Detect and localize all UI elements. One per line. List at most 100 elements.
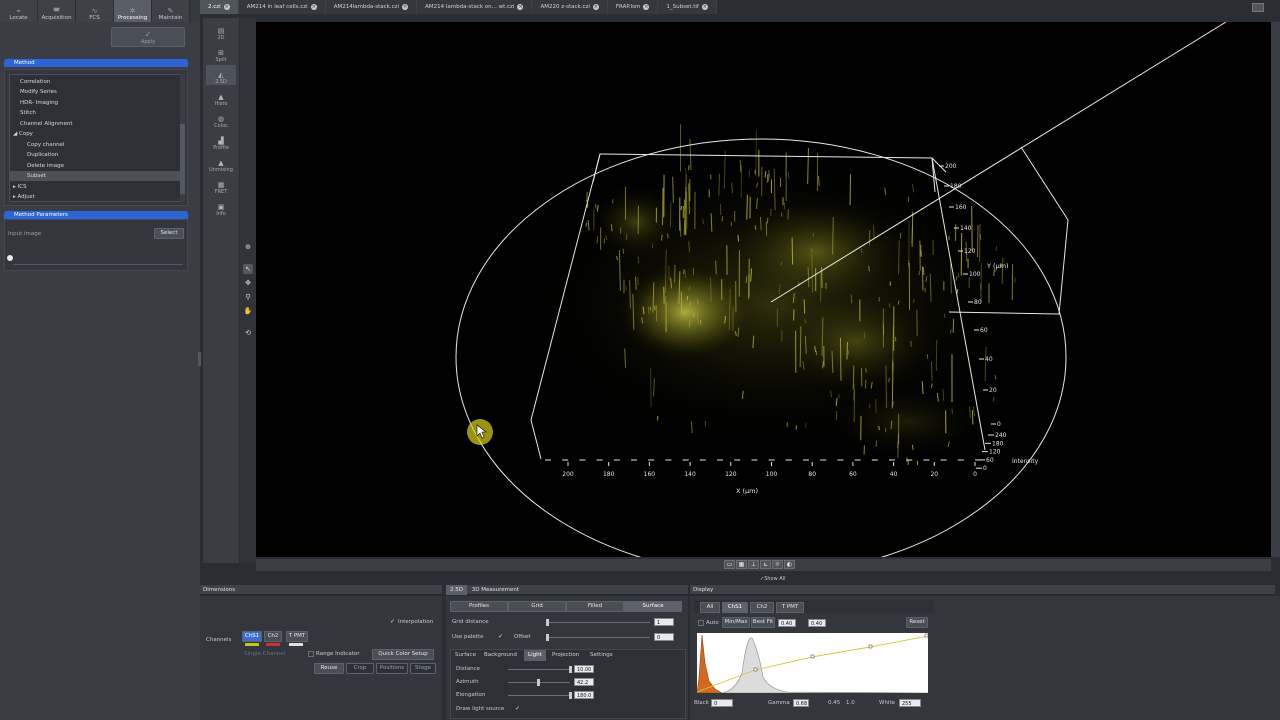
method-header[interactable]: Method: [4, 59, 188, 67]
list-item[interactable]: ▸ ICS: [10, 182, 182, 192]
list-item[interactable]: Modify Series: [10, 87, 182, 97]
slider-knob[interactable]: [7, 255, 13, 261]
mode-filled-button[interactable]: Filled: [566, 601, 624, 612]
curve-handle[interactable]: [753, 667, 758, 672]
hand-icon[interactable]: ✋: [243, 306, 253, 316]
vertical-scrollbar[interactable]: [1271, 22, 1280, 557]
apply-button[interactable]: ✓ Apply: [111, 27, 185, 47]
azimuth-input[interactable]: 42.2: [574, 678, 594, 686]
subtab-light[interactable]: Light: [524, 650, 546, 661]
white-input[interactable]: 255: [899, 699, 921, 707]
list-item[interactable]: ◢ Copy: [10, 129, 182, 139]
select-button[interactable]: Select: [154, 228, 184, 239]
scrollbar-thumb[interactable]: [180, 124, 185, 194]
params-header[interactable]: Method Parameters: [4, 211, 188, 219]
distance-slider[interactable]: [508, 666, 572, 673]
splitter-handle[interactable]: [198, 352, 201, 366]
curve-handle[interactable]: [868, 644, 873, 649]
slider-knob[interactable]: [537, 679, 540, 686]
stage-button[interactable]: Stage: [410, 663, 436, 674]
tab-25d[interactable]: 2.5D: [446, 585, 467, 595]
view-fret-button[interactable]: ▦ FRET: [206, 175, 236, 195]
minmax-button[interactable]: Min/Max: [722, 617, 750, 628]
doc-tab[interactable]: AM220 z-stack.czi ×: [532, 0, 608, 14]
close-icon[interactable]: ×: [402, 4, 409, 10]
auto-checkbox[interactable]: [698, 620, 704, 626]
slider-knob[interactable]: [569, 666, 572, 673]
mode-grid-button[interactable]: Grid: [508, 601, 566, 612]
single-channel-label[interactable]: Single Channel: [244, 651, 285, 657]
list-item[interactable]: Correlation: [10, 77, 182, 87]
range-indicator-checkbox[interactable]: [308, 651, 314, 657]
channel-color-swatch[interactable]: [289, 643, 303, 646]
offset-input[interactable]: 0: [654, 633, 674, 641]
crop-button[interactable]: Crop: [346, 663, 374, 674]
quick-color-setup-button[interactable]: Quick Color Setup: [372, 649, 434, 660]
azimuth-slider[interactable]: [508, 679, 570, 686]
grid-distance-slider[interactable]: [546, 619, 650, 626]
close-icon[interactable]: ×: [517, 4, 524, 10]
display-tab-tpmt[interactable]: T PMT: [776, 602, 804, 613]
channel-ch2-button[interactable]: Ch2: [264, 631, 282, 642]
view-unmixing-button[interactable]: ▲ Unmixing: [206, 153, 236, 173]
move-icon[interactable]: ✥: [243, 278, 253, 288]
view-profile-button[interactable]: ▟ Profile: [206, 131, 236, 151]
pointer-icon[interactable]: ↖: [243, 264, 253, 274]
list-item[interactable]: Delete image: [10, 161, 182, 171]
curve-handle[interactable]: [810, 654, 815, 659]
bestfit-high-input[interactable]: 0.40: [808, 619, 826, 627]
display-tab-ch2[interactable]: Ch2: [750, 602, 774, 613]
zoom-tool-icon[interactable]: ⚲: [243, 292, 253, 302]
view-split-button[interactable]: ⊞ Split: [206, 43, 236, 63]
tab-locate[interactable]: ⌖ Locate: [0, 0, 38, 22]
subtab-settings[interactable]: Settings: [586, 650, 617, 661]
zoom-icon[interactable]: ⊕: [243, 242, 253, 252]
distance-input[interactable]: 10.00: [574, 665, 594, 673]
show-all-toggle[interactable]: ✓Show All: [760, 576, 785, 582]
list-item[interactable]: Duplication: [10, 150, 182, 160]
display-tab-all[interactable]: All: [700, 602, 720, 613]
doc-tab[interactable]: AM214lambda-stack.czi ×: [325, 0, 418, 14]
close-icon[interactable]: ×: [592, 4, 599, 10]
reset-button[interactable]: Reset: [906, 617, 928, 628]
close-icon[interactable]: ×: [310, 4, 317, 10]
image-viewer[interactable]: 200 180 160 140 120 100 80 60 40 20 0 200 180 160 140…: [256, 22, 1271, 557]
doc-tab[interactable]: AM214 in leaf cells.czi ×: [238, 0, 326, 14]
list-item[interactable]: HDR- Imaging: [10, 98, 182, 108]
list-item[interactable]: ▸ Adjust: [10, 192, 182, 202]
reuse-button[interactable]: Reuse: [314, 663, 344, 674]
view-coloc-button[interactable]: ◍ Coloc: [206, 109, 236, 129]
channel-chs1-button[interactable]: ChS1: [242, 631, 262, 642]
check-icon[interactable]: ✓: [390, 619, 396, 625]
list-item-selected[interactable]: Subset: [10, 171, 182, 181]
view-2d-button[interactable]: ▤ 2D: [206, 21, 236, 41]
tab-fcs[interactable]: ∿ FCS: [76, 0, 114, 22]
curve-handle[interactable]: [924, 633, 928, 638]
subtab-projection[interactable]: Projection: [548, 650, 583, 661]
subtab-surface[interactable]: Surface: [451, 650, 480, 661]
view-info-button[interactable]: ▣ Info: [206, 197, 236, 217]
doc-tab[interactable]: FRAP.lsm ×: [607, 0, 659, 14]
gamma-input[interactable]: 0.68: [793, 699, 809, 707]
close-icon[interactable]: ×: [701, 4, 708, 10]
positions-button[interactable]: Positions: [376, 663, 408, 674]
tab-acquisition[interactable]: ◚ Acquisition: [38, 0, 76, 22]
reset-icon[interactable]: ⟲: [243, 328, 253, 338]
channel-color-swatch[interactable]: [266, 643, 280, 646]
axes-icon[interactable]: ⊥: [748, 560, 759, 569]
frame-icon[interactable]: ▭: [724, 560, 735, 569]
grid-icon[interactable]: ▦: [736, 560, 747, 569]
axis3d-icon[interactable]: ⊾: [760, 560, 771, 569]
slider-knob[interactable]: [546, 634, 549, 641]
doc-tab[interactable]: AM214 lambda-stack on... wt.czi ×: [417, 0, 533, 14]
close-icon[interactable]: ×: [223, 4, 230, 10]
tab-processing[interactable]: ✲ Processing: [114, 0, 152, 22]
dimensions-header[interactable]: Dimensions: [200, 585, 442, 595]
histogram-graph[interactable]: [697, 633, 928, 693]
method-scrollbar[interactable]: [180, 74, 185, 202]
elongation-input[interactable]: 180.0: [574, 691, 594, 699]
view-25d-button[interactable]: ◭ 2.5D: [206, 65, 236, 85]
bestfit-button[interactable]: Best Fit: [751, 617, 775, 628]
channel-tpmt-button[interactable]: T PMT: [286, 631, 308, 642]
list-item[interactable]: Channel Alignment: [10, 119, 182, 129]
